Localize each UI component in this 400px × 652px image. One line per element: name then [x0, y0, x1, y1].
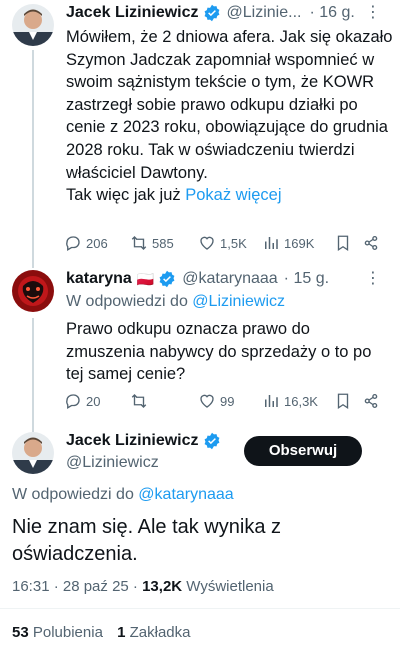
likes-stat[interactable]: 53 Polubienia	[12, 624, 103, 641]
views-icon	[265, 395, 278, 407]
bookmark-button[interactable]	[334, 234, 352, 252]
thread-line-top	[32, 418, 34, 432]
author-name[interactable]: Jacek Liziniewicz	[66, 432, 199, 450]
avatar-jacek[interactable]	[12, 4, 54, 46]
author-handle[interactable]: @Lizinie...	[227, 4, 302, 22]
like-button[interactable]: 1,5K	[198, 234, 247, 252]
views-count: 13,2K	[142, 578, 183, 595]
views-count: 169K	[284, 235, 315, 251]
likes-count: 53	[12, 624, 29, 641]
reply-button[interactable]: 206	[64, 234, 108, 252]
thread-line	[32, 318, 34, 418]
author-handle[interactable]: @katarynaaa	[182, 270, 277, 288]
poland-flag-icon: 🇵🇱	[136, 270, 155, 287]
share-icon	[364, 235, 378, 251]
author-name[interactable]: Jacek Liziniewicz	[66, 4, 199, 22]
replying-to-link[interactable]: @katarynaaa	[138, 486, 233, 503]
repost-count: 585	[152, 235, 174, 251]
heart-icon	[200, 236, 214, 250]
tweet1-text: Mówiłem, że 2 dniowa afera. Jak się okaz…	[66, 26, 396, 207]
like-count: 1,5K	[220, 235, 247, 251]
tweet-body-tail: Tak więc jak już	[66, 186, 186, 205]
main-tweet-header: Jacek Liziniewicz	[66, 432, 221, 450]
share-button[interactable]	[362, 392, 380, 410]
repost-icon	[131, 236, 147, 250]
verified-badge-icon	[159, 270, 175, 288]
tweet-time[interactable]: · 16 g.	[309, 4, 354, 22]
avatar-kataryna[interactable]	[12, 270, 54, 312]
reply-icon	[66, 394, 80, 409]
replying-to-link[interactable]: @Liziniewicz	[192, 293, 285, 310]
reply-count: 20	[86, 393, 101, 409]
views-icon	[265, 237, 278, 249]
views-count: 16,3K	[284, 393, 318, 409]
engagement-stats: 53 Polubienia 1 Zakładka	[12, 624, 190, 641]
reply-count: 206	[86, 235, 108, 251]
tweet2-text: Prawo odkupu oznacza prawo do zmuszenia …	[66, 320, 372, 384]
show-more-link[interactable]: Pokaż więcej	[185, 186, 281, 204]
repost-button[interactable]: 585	[130, 234, 174, 252]
like-count: 99	[220, 393, 235, 409]
repost-icon	[131, 394, 147, 408]
tweet-body: Mówiłem, że 2 dniowa afera. Jak się okaz…	[66, 28, 393, 182]
follow-button[interactable]: Obserwuj	[244, 436, 362, 466]
author-name[interactable]: kataryna	[66, 270, 132, 288]
verified-badge-icon	[204, 4, 219, 22]
reply-icon	[66, 236, 80, 251]
replying-to: W odpowiedzi do @Liziniewicz	[66, 293, 285, 311]
tweet1-actions: 206 585 1,5K 169K	[64, 234, 384, 256]
more-options-icon[interactable]: ⋮	[365, 268, 382, 288]
bookmarks-label: Zakładka	[125, 624, 191, 641]
reply-button[interactable]: 20	[64, 392, 100, 410]
heart-icon	[200, 394, 214, 408]
likes-label: Polubienia	[28, 624, 103, 641]
bookmark-button[interactable]	[334, 392, 352, 410]
thread-line-top	[32, 256, 34, 268]
more-options-icon[interactable]: ⋮	[365, 2, 382, 22]
avatar-jacek[interactable]	[12, 432, 54, 474]
tweet-time[interactable]: · 15 g.	[284, 270, 329, 288]
replying-to: W odpowiedzi do @katarynaaa	[12, 486, 234, 504]
tweet1-header: Jacek Liziniewicz @Lizinie... · 16 g.	[66, 4, 355, 22]
views-label: Wyświetlenia	[182, 578, 274, 595]
share-button[interactable]	[362, 234, 380, 252]
bookmark-icon	[337, 235, 349, 252]
tweet2-actions: 20 99 16,3K	[64, 392, 384, 414]
verified-badge-icon	[204, 432, 219, 450]
replying-prefix: W odpowiedzi do	[12, 486, 139, 503]
share-icon	[364, 393, 378, 409]
views-button[interactable]: 169K	[262, 234, 314, 252]
like-button[interactable]: 99	[198, 392, 234, 410]
replying-prefix: W odpowiedzi do	[66, 293, 193, 310]
tweet-meta: 16:31 · 28 paź 25 · 13,2K Wyświetlenia	[12, 578, 274, 595]
tweet-timestamp[interactable]: 16:31 · 28 paź 25 ·	[12, 578, 142, 595]
tweet2-header: kataryna 🇵🇱 @katarynaaa · 15 g.	[66, 270, 329, 288]
repost-button[interactable]	[130, 392, 152, 410]
main-tweet-text: Nie znam się. Ale tak wynika z oświadcze…	[12, 516, 281, 565]
author-handle[interactable]: @Liziniewicz	[66, 454, 159, 472]
views-button[interactable]: 16,3K	[262, 392, 318, 410]
divider	[0, 608, 400, 609]
bookmarks-stat[interactable]: 1 Zakładka	[117, 624, 190, 641]
bookmark-icon	[337, 393, 349, 410]
thread-line	[32, 50, 34, 268]
